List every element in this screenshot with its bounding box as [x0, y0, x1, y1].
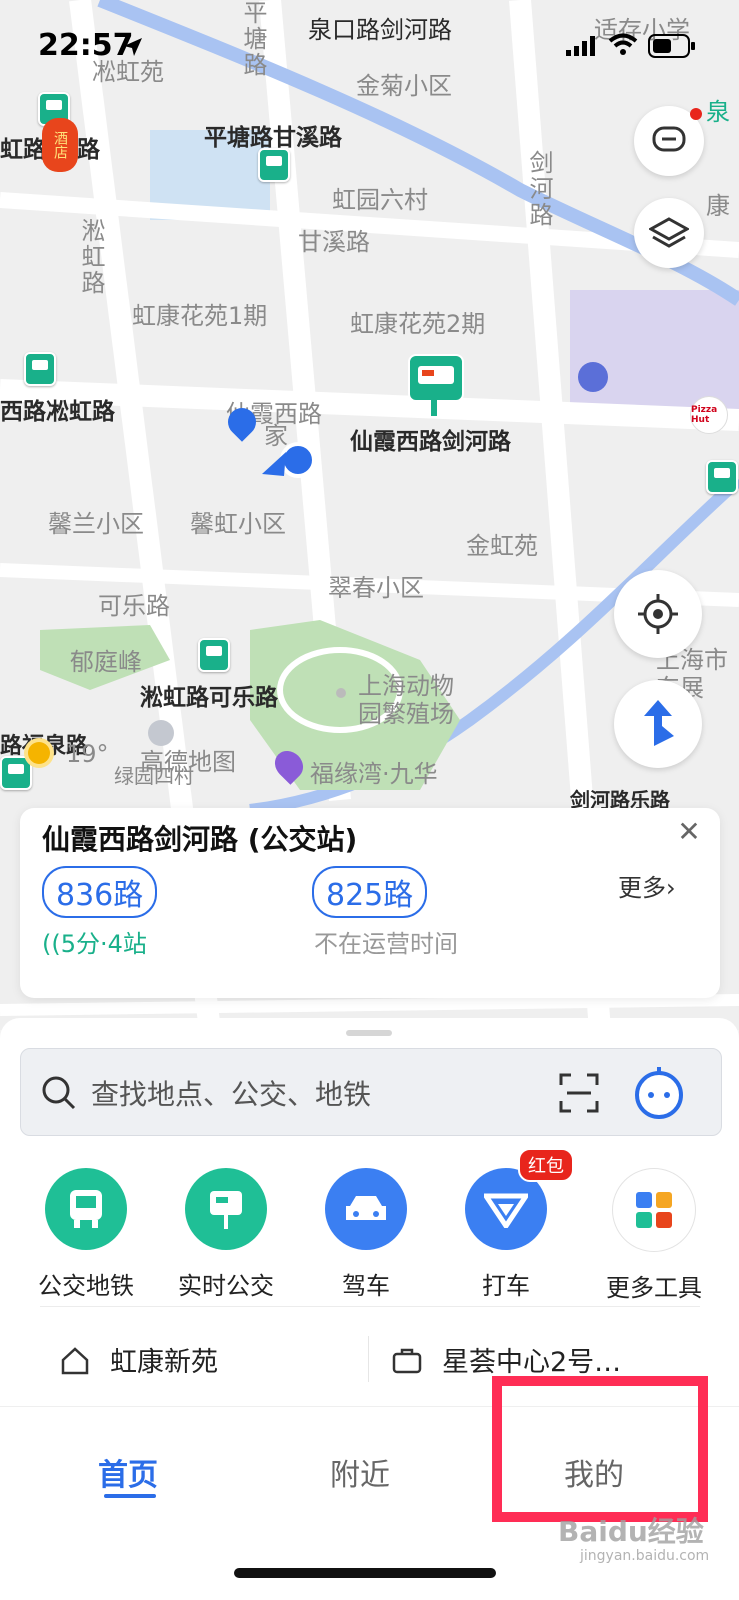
map-label-xinlan: 馨兰小区 — [48, 510, 144, 538]
bus-stop-icon[interactable] — [24, 352, 56, 386]
map-label-home: 家 — [264, 422, 288, 450]
route-836-eta: ((5分·4站 — [42, 930, 147, 958]
scan-icon[interactable] — [559, 1073, 599, 1113]
highlight-box — [492, 1376, 708, 1522]
map-label-partial-top-right: 泉 — [706, 98, 730, 126]
tool-label: 实时公交 — [178, 1272, 274, 1300]
tool-label: 驾车 — [342, 1272, 390, 1300]
tab-home-indicator — [104, 1494, 156, 1498]
chat-icon — [652, 126, 686, 152]
grid-icon — [612, 1168, 696, 1252]
bus-stop-icon[interactable] — [0, 756, 32, 790]
tool-label: 公交地铁 — [38, 1272, 134, 1300]
signal-icon — [566, 36, 595, 56]
marker-pole — [431, 398, 437, 416]
map-label-xianxia-jianhe: 仙霞西路剑河路 — [350, 429, 511, 455]
route-pill-836[interactable]: 836路 — [42, 866, 158, 918]
crosshair-icon — [638, 594, 678, 634]
bus-stop-icon[interactable] — [198, 638, 230, 672]
locate-button[interactable] — [614, 570, 702, 658]
wifi-icon — [608, 33, 638, 55]
tool-label: 更多工具 — [606, 1274, 702, 1302]
map-label-songhong-rd: 西路凇虹路 — [0, 399, 115, 425]
divider — [40, 1306, 700, 1307]
realtime-signal-icon: (( — [42, 930, 61, 958]
map-label-songhong-kele: 淞虹路可乐路 — [140, 685, 278, 711]
tab-nearby[interactable]: 附近 — [330, 1450, 390, 1494]
tool-drive[interactable]: 驾车 — [306, 1168, 426, 1301]
map-label-yuting: 郁庭峰 — [70, 648, 142, 676]
briefcase-icon — [392, 1348, 422, 1374]
route-arrow-icon — [644, 700, 674, 746]
stop-title: 仙霞西路剑河路 (公交站) — [42, 823, 358, 856]
map-label-kele: 可乐路 — [98, 592, 170, 620]
map-label-quankou: 泉口路剑河路 — [308, 16, 452, 44]
battery-icon — [648, 34, 695, 58]
map-label-hongkang2: 虹康花苑2期 — [350, 310, 486, 338]
bus-stop-card[interactable]: 仙霞西路剑河路 (公交站) ✕ 836路 ((5分·4站 825路 不在运营时间… — [20, 808, 720, 998]
poi-icon[interactable] — [578, 362, 608, 392]
home-icon — [61, 1347, 89, 1375]
map-label-pingtang-vertical: 平塘路 — [239, 0, 267, 78]
bus-stop-icon[interactable] — [258, 148, 290, 182]
red-packet-badge: 红包 — [518, 1148, 574, 1182]
more-link[interactable]: 更多› — [618, 868, 676, 903]
close-icon[interactable]: ✕ — [660, 808, 718, 854]
tool-more[interactable]: 更多工具 — [594, 1168, 714, 1303]
map-label-cuichun: 翠春小区 — [328, 574, 424, 602]
divider-vertical — [368, 1336, 369, 1382]
route-pill-825[interactable]: 825路 — [312, 866, 428, 918]
car-icon — [325, 1168, 407, 1250]
search-placeholder[interactable]: 查找地点、公交、地铁 — [91, 1073, 371, 1113]
pizza-hut-logo[interactable]: Pizza Hut — [690, 396, 728, 434]
map-label-zoo: 上海动物园繁殖场 — [358, 672, 454, 728]
map-label-jinju: 金菊小区 — [356, 72, 452, 100]
route-825-status: 不在运营时间 — [314, 930, 458, 958]
tool-label: 打车 — [482, 1272, 530, 1300]
map-label-ganxi: 甘溪路 — [298, 228, 370, 256]
map-label-hongyuan6: 虹园六村 — [332, 186, 428, 214]
realtime-bus-icon — [185, 1168, 267, 1250]
layers-icon — [649, 217, 689, 248]
notification-dot — [690, 108, 702, 120]
layers-button[interactable] — [634, 198, 704, 268]
watermark: Baidu经验 — [558, 1515, 704, 1548]
home-indicator — [234, 1568, 496, 1578]
voice-assistant-icon[interactable] — [633, 1065, 685, 1119]
tool-taxi[interactable]: 打车 红包 — [446, 1148, 574, 1301]
tab-home[interactable]: 首页 — [98, 1450, 158, 1494]
location-arrow-icon — [124, 38, 142, 56]
map-label-pingtang-ganxi: 平塘路甘溪路 — [204, 125, 342, 151]
sun-weather-icon — [28, 742, 50, 764]
map-label-kang: 康 — [706, 192, 730, 220]
realtime-bus-marker-icon[interactable] — [408, 354, 464, 402]
map-label-songhong-vertical: 淞虹路 — [77, 218, 105, 296]
status-time: 22:57 — [38, 28, 134, 63]
map-label-hongkang1: 虹康花苑1期 — [132, 302, 268, 330]
bus-stop-icon[interactable] — [706, 460, 738, 494]
bus-icon — [45, 1168, 127, 1250]
search-bar[interactable]: 查找地点、公交、地铁 — [20, 1048, 722, 1136]
map-label-fuyuan: 福缘湾·九华 — [310, 760, 438, 788]
route-button[interactable] — [614, 680, 702, 768]
map-label-xinhong: 馨虹小区 — [190, 510, 286, 538]
hotel-lantern-icon[interactable]: 酒店 — [42, 118, 78, 172]
gaode-poi-icon[interactable] — [148, 720, 174, 746]
map-label-jianhe-vertical: 剑河路 — [525, 150, 553, 228]
drag-handle[interactable] — [346, 1030, 392, 1036]
map-label-lvyuan4: 绿园四村 — [114, 764, 194, 788]
search-icon — [42, 1076, 76, 1110]
zoo-dot-icon — [336, 688, 346, 698]
tool-transit[interactable]: 公交地铁 — [26, 1168, 146, 1301]
map-label-weather-temp: 19° — [66, 740, 109, 768]
chevron-right-icon: › — [666, 874, 676, 902]
watermark-url: jingyan.baidu.com — [580, 1548, 710, 1564]
tool-realtime-bus[interactable]: 实时公交 — [166, 1168, 286, 1301]
map-label-jinhong: 金虹苑 — [466, 532, 538, 560]
